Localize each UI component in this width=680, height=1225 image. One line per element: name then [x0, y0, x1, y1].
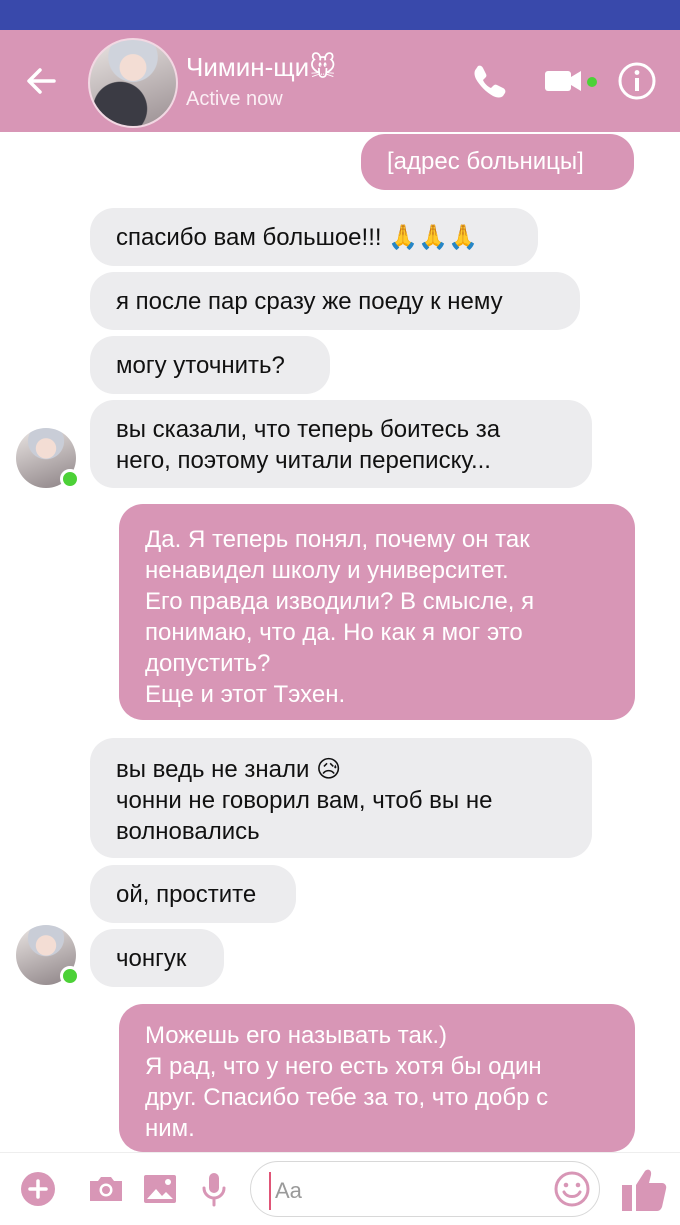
online-indicator	[60, 966, 80, 986]
message-input-container	[250, 1161, 600, 1217]
contact-status: Active now	[186, 88, 283, 110]
message-bubble[interactable]: спасибо вам большое!!! 🙏🙏🙏	[90, 208, 538, 266]
message-composer	[0, 1152, 680, 1225]
contact-name[interactable]: Чимин-щи🐭	[186, 52, 336, 83]
message-bubble[interactable]: вы ведь не знали 😥 чонни не говорил вам,…	[90, 738, 592, 858]
system-status-bar	[0, 0, 680, 30]
message-bubble[interactable]: [адрес больницы]	[361, 134, 634, 190]
video-camera-icon[interactable]	[540, 58, 586, 104]
online-indicator	[60, 469, 80, 489]
emoji-icon[interactable]	[551, 1168, 593, 1210]
message-bubble[interactable]: вы сказали, что теперь боитесь за него, …	[90, 400, 592, 488]
microphone-icon[interactable]	[192, 1167, 236, 1211]
conversation-header: Чимин-щи🐭 Active now	[0, 30, 680, 132]
message-list[interactable]: [адрес больницы] спасибо вам большое!!! …	[0, 132, 680, 1152]
message-bubble[interactable]: могу уточнить?	[90, 336, 330, 394]
message-bubble[interactable]: Можешь его называть так.) Я рад, что у н…	[119, 1004, 635, 1152]
camera-icon[interactable]	[84, 1167, 128, 1211]
info-icon[interactable]	[614, 58, 660, 104]
message-input[interactable]	[269, 1172, 547, 1210]
message-bubble[interactable]: я после пар сразу же поеду к нему	[90, 272, 580, 330]
gallery-icon[interactable]	[138, 1167, 182, 1211]
contact-avatar[interactable]	[88, 38, 178, 128]
back-arrow-icon[interactable]	[18, 58, 64, 104]
plus-icon[interactable]	[16, 1167, 60, 1211]
phone-icon[interactable]	[466, 58, 512, 104]
message-bubble[interactable]: чонгук	[90, 929, 224, 987]
thumbs-up-icon[interactable]	[618, 1163, 670, 1215]
message-bubble[interactable]: Да. Я теперь понял, почему он так ненави…	[119, 504, 635, 720]
video-online-dot	[587, 77, 597, 87]
message-bubble[interactable]: ой, простите	[90, 865, 296, 923]
